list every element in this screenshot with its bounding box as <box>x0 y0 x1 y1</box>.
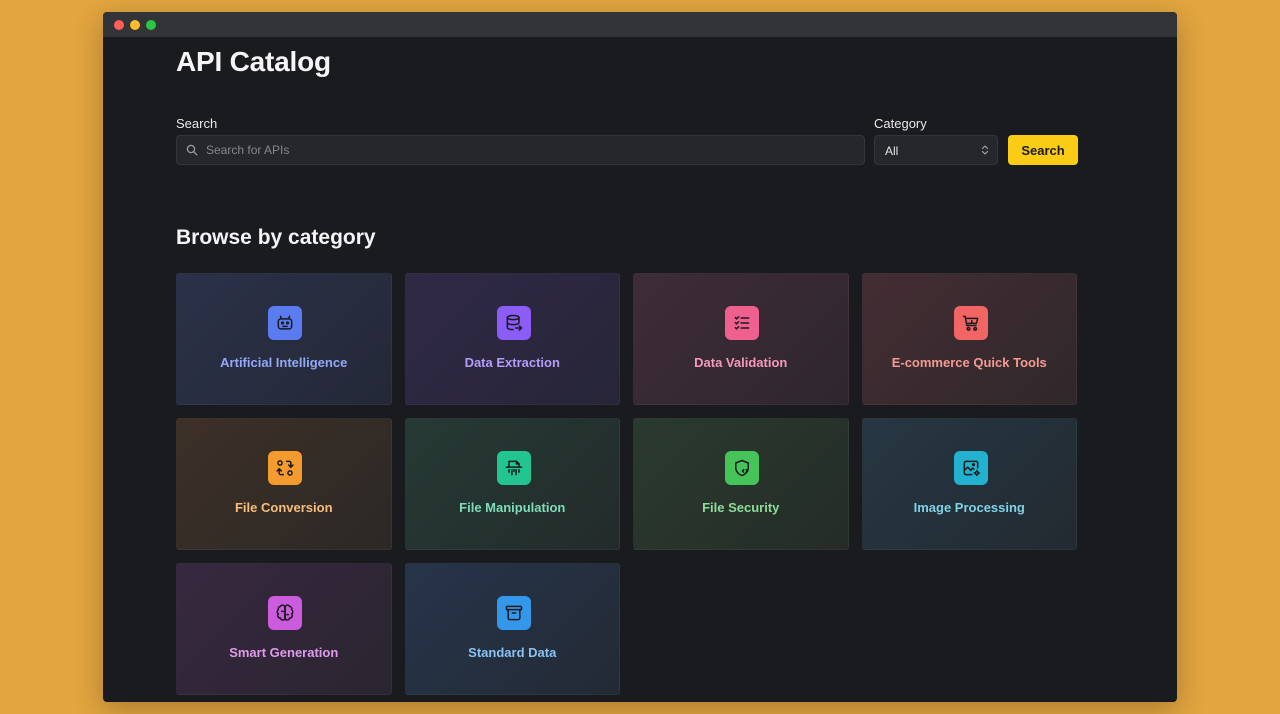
category-card-label: File Conversion <box>234 500 333 515</box>
window-titlebar <box>103 12 1177 37</box>
window-close-button[interactable] <box>114 20 124 30</box>
section-title-browse: Browse by category <box>176 226 376 249</box>
shield-code-icon <box>725 451 759 485</box>
window-maximize-button[interactable] <box>146 20 156 30</box>
category-card-label: Smart Generation <box>229 645 339 660</box>
category-card-label: Artificial Intelligence <box>220 355 348 370</box>
search-icon <box>186 144 198 156</box>
category-select[interactable]: All <box>874 135 998 165</box>
search-button[interactable]: Search <box>1008 135 1078 165</box>
category-card-label: E-commerce Quick Tools <box>891 355 1047 370</box>
category-card-smart-generation[interactable]: Smart Generation <box>176 563 392 695</box>
page-title: API Catalog <box>176 46 331 77</box>
file-shredder-icon <box>496 451 531 485</box>
category-card-file-security[interactable]: File Security <box>633 418 849 550</box>
photo-cog-icon <box>953 451 988 485</box>
brain-icon <box>268 596 302 630</box>
search-field[interactable] <box>176 135 865 165</box>
category-card-data-extraction[interactable]: Data Extraction <box>404 273 620 405</box>
category-select-value: All <box>885 144 899 158</box>
category-card-artificial-intelligence[interactable]: Artificial Intelligence <box>176 273 392 405</box>
category-card-data-validation[interactable]: Data Validation <box>633 273 849 405</box>
category-card-label: Data Validation <box>694 355 788 370</box>
category-card-label: Image Processing <box>913 500 1025 515</box>
robot-icon <box>268 306 302 340</box>
category-card-file-conversion[interactable]: File Conversion <box>176 418 392 550</box>
window-minimize-button[interactable] <box>130 20 140 30</box>
category-card-file-manipulation[interactable]: File Manipulation <box>404 418 620 550</box>
category-card-label: Data Extraction <box>464 355 560 370</box>
database-export-icon <box>496 306 531 340</box>
category-card-label: File Manipulation <box>459 500 566 515</box>
shopping-cart-icon <box>953 306 988 340</box>
transform-icon <box>268 451 302 485</box>
search-label: Search <box>176 116 218 131</box>
category-label: Category <box>874 116 927 131</box>
category-card-label: File Security <box>702 500 780 515</box>
category-card-image-processing[interactable]: Image Processing <box>861 418 1077 550</box>
search-input[interactable] <box>206 136 856 164</box>
archive-box-icon <box>496 596 531 630</box>
browser-window: API Catalog Search Category All Search B… <box>103 12 1177 702</box>
category-card-standard-data[interactable]: Standard Data <box>404 563 620 695</box>
category-card-ecommerce-quick-tools[interactable]: E-commerce Quick Tools <box>861 273 1077 405</box>
checklist-icon <box>725 306 759 340</box>
category-card-label: Standard Data <box>468 645 557 660</box>
chevron-up-down-icon <box>981 145 989 155</box>
category-grid: Artificial Intelligence Data Extraction <box>176 273 1078 695</box>
